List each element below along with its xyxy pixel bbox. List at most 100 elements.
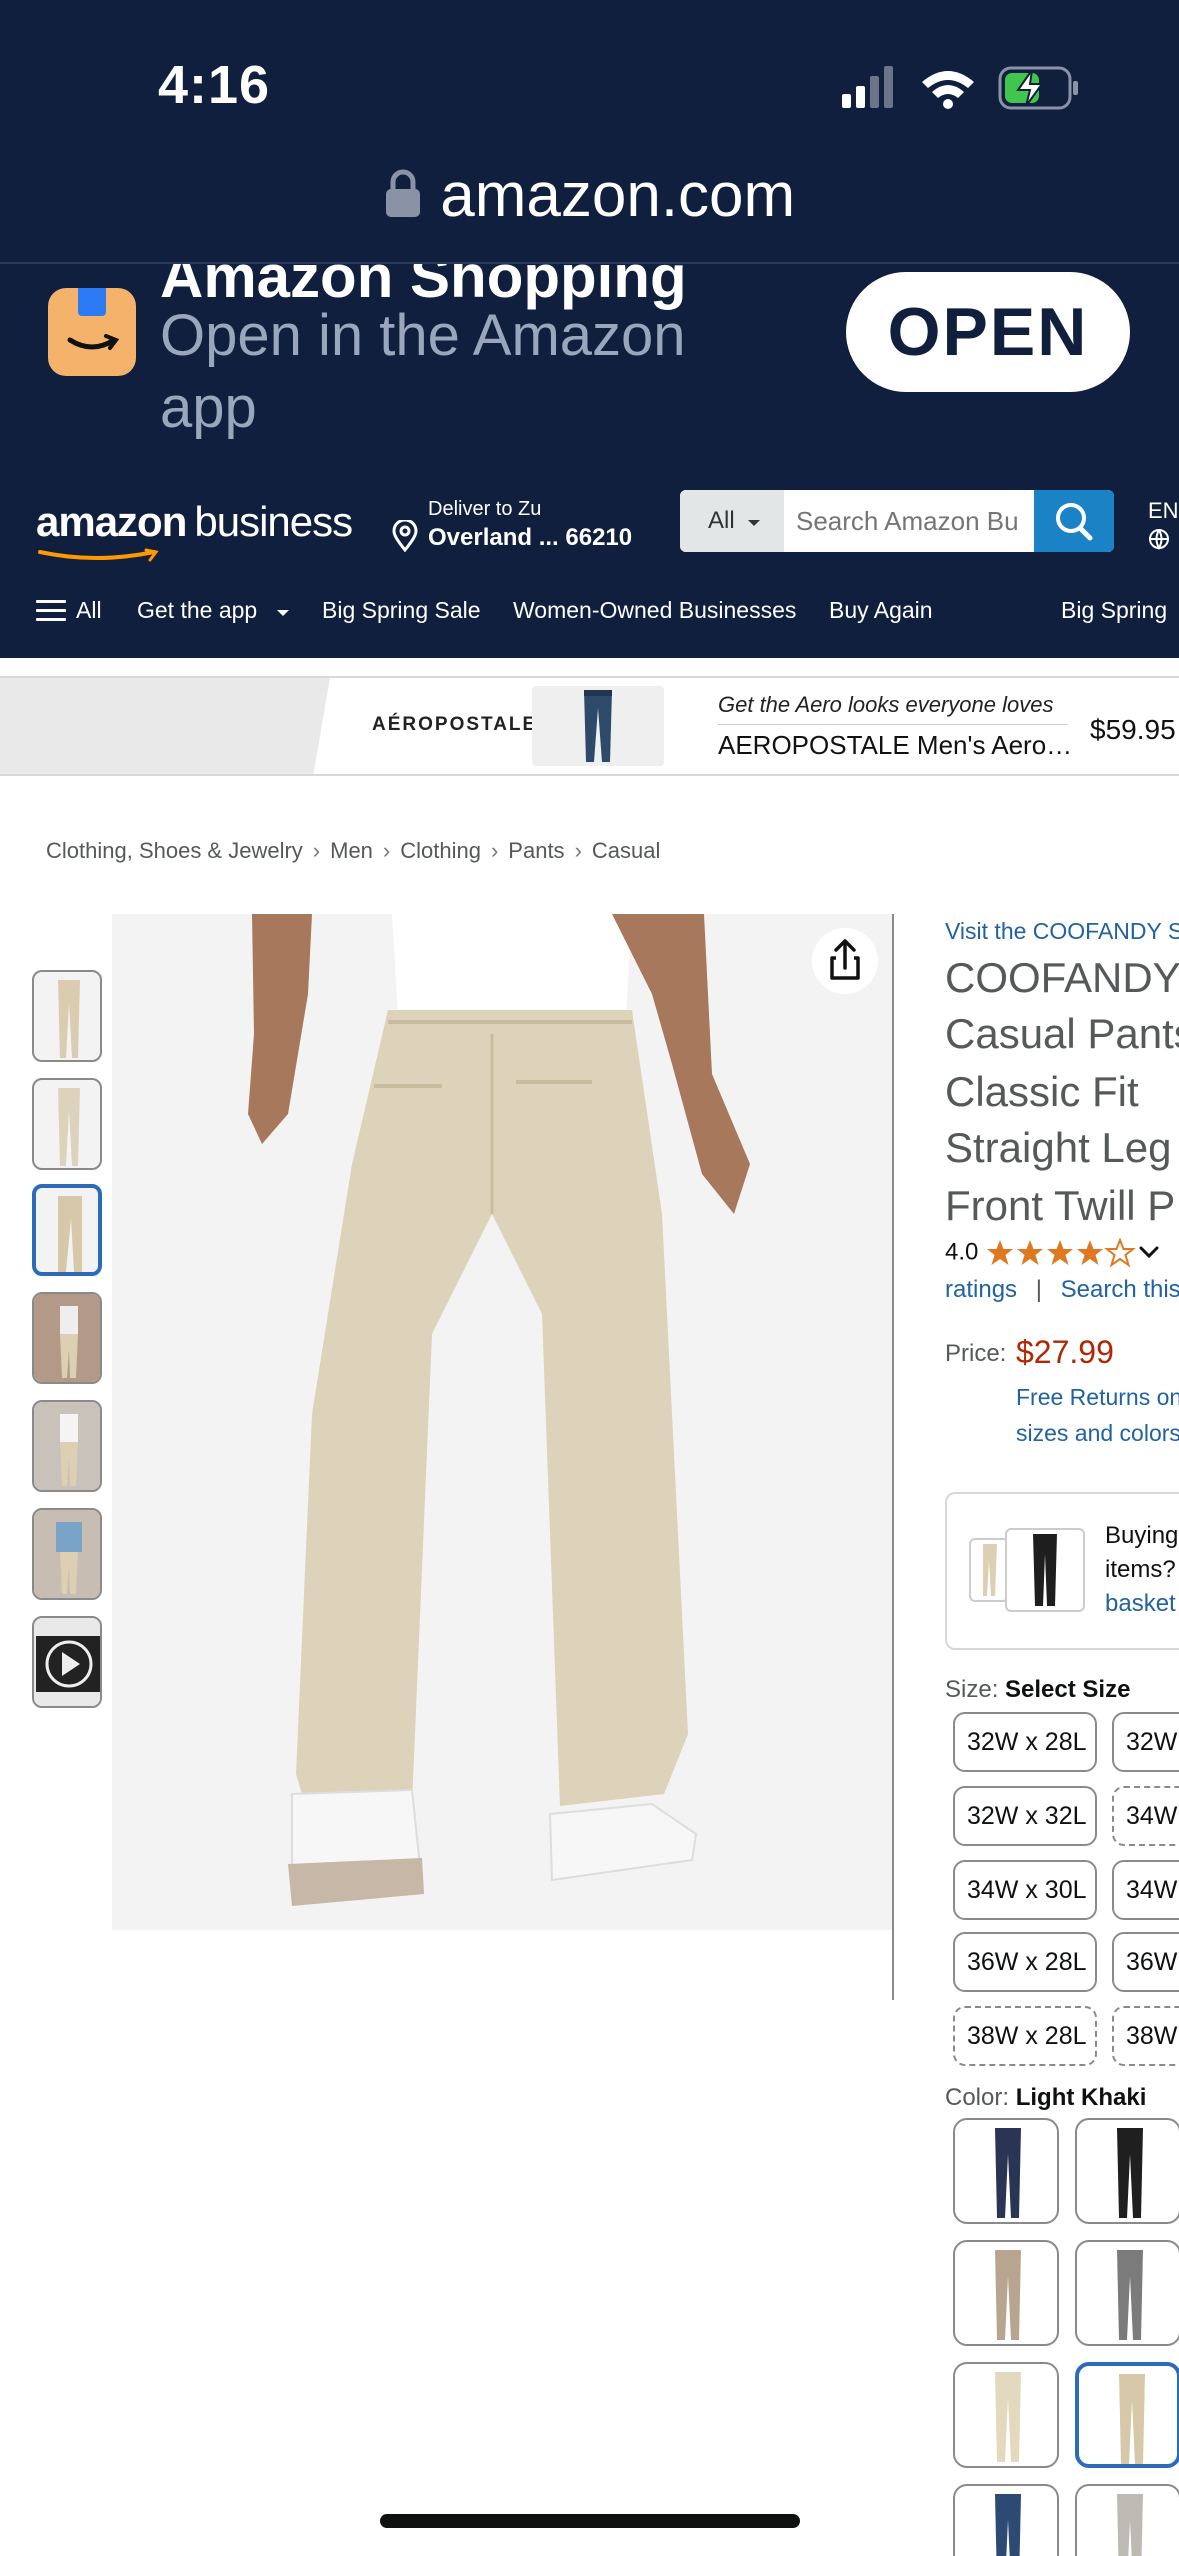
ratings-links: ratings | Search this (945, 1276, 1179, 1304)
sponsored-ad[interactable]: AÉROPOSTALE Get the Aero looks everyone … (0, 676, 1179, 776)
deliver-line1: Deliver to Zu (428, 498, 542, 520)
color-label: Color: Light Khaki (945, 2084, 1146, 2112)
free-returns-link-cont[interactable]: sizes and colors (1016, 1420, 1179, 1447)
caret-down-icon (748, 520, 761, 526)
product-title-line: Classic Fit (945, 1068, 1139, 1115)
ad-brand: AÉROPOSTALE (372, 714, 538, 735)
search-this-link[interactable]: Search this (1061, 1276, 1179, 1303)
size-option[interactable]: 32W x 28L (953, 1712, 1097, 1772)
page: 4:16 amazon.com Amazon Shopping Open in … (0, 0, 1179, 2556)
bundle-link[interactable]: basket (1105, 1590, 1176, 1618)
open-app-button[interactable]: OPEN (846, 272, 1130, 392)
size-label-text: Size: (945, 1676, 999, 1703)
divider (892, 914, 894, 2000)
size-option-unavailable[interactable]: 38W (1112, 2006, 1179, 2066)
ratings-link[interactable]: ratings (945, 1276, 1017, 1303)
nav-big-spring[interactable]: Big Spring (1061, 590, 1167, 630)
browser-chrome: 4:16 amazon.com (0, 0, 1179, 262)
breadcrumb-separator: › (382, 838, 391, 863)
rating-value: 4.0 (945, 1238, 979, 1266)
nav-big-spring-sale[interactable]: Big Spring Sale (322, 590, 481, 630)
url-text: amazon.com (440, 161, 796, 230)
size-option-unavailable[interactable]: 38W x 28L (953, 2006, 1097, 2066)
size-label: Size: Select Size (945, 1676, 1130, 1704)
product-thumbnail-selected[interactable] (32, 1184, 102, 1276)
free-returns-link[interactable]: Free Returns on (1016, 1384, 1179, 1411)
logo-main: amazon (36, 498, 187, 545)
store-link[interactable]: Visit the COOFANDY S (945, 918, 1179, 945)
color-swatch-light-khaki-selected[interactable] (1075, 2362, 1179, 2468)
share-icon (830, 939, 860, 980)
size-option-unavailable[interactable]: 34W (1112, 1786, 1179, 1846)
amazon-business-logo[interactable]: amazon business (36, 498, 353, 546)
product-thumbnail[interactable] (32, 970, 102, 1062)
nav-row: All Get the app Big Spring Sale Women-Ow… (0, 590, 1179, 650)
language-selector[interactable]: EN (1148, 498, 1179, 550)
home-indicator[interactable] (380, 2514, 800, 2528)
nav-buy-again[interactable]: Buy Again (829, 590, 933, 630)
product-title-line: Casual Pants (945, 1010, 1179, 1057)
product-thumbnail[interactable] (32, 1400, 102, 1492)
bundle-text: items? (1105, 1556, 1176, 1583)
search-button[interactable] (1034, 490, 1114, 552)
globe-icon (1149, 529, 1169, 550)
color-swatch-blue[interactable] (953, 2484, 1059, 2556)
search-category-dropdown[interactable]: All (680, 490, 784, 552)
link-separator: | (1035, 1276, 1042, 1303)
color-swatch-beige[interactable] (953, 2362, 1059, 2468)
search-bar: All (680, 490, 1114, 552)
ad-tagline: Get the Aero looks everyone loves (718, 692, 1054, 717)
app-subtitle: Open in the Amazon app (160, 303, 686, 440)
url-bar[interactable]: amazon.com (0, 160, 1179, 250)
color-swatch-black[interactable] (1075, 2118, 1179, 2224)
color-label-text: Color: (945, 2084, 1010, 2111)
breadcrumb-item[interactable]: Casual (592, 838, 660, 863)
price-value: $27.99 (1016, 1334, 1114, 1370)
nav-get-the-app[interactable]: Get the app (137, 590, 290, 630)
breadcrumb-separator: › (574, 838, 582, 863)
size-selected-value: Select Size (1005, 1676, 1131, 1703)
color-swatch-navy[interactable] (953, 2118, 1059, 2224)
color-swatch-khaki[interactable] (953, 2240, 1059, 2346)
nav-get-the-app-label: Get the app (137, 597, 258, 623)
nav-women-owned[interactable]: Women-Owned Businesses (513, 590, 796, 630)
breadcrumb-item[interactable]: Men (330, 838, 373, 863)
size-option[interactable]: 32W (1112, 1712, 1179, 1772)
ad-title: AEROPOSTALE Men's Aero… (718, 730, 1073, 760)
breadcrumb-item[interactable]: Clothing, Shoes & Jewelry (46, 838, 303, 863)
size-option[interactable]: 34W x 30L (953, 1860, 1097, 1920)
product-video-thumbnail[interactable] (32, 1616, 102, 1708)
ad-background (0, 678, 330, 774)
signal-icon (842, 66, 1078, 110)
search-input[interactable] (784, 490, 1034, 552)
breadcrumb: Clothing, Shoes & Jewelry › Men › Clothing › P… (46, 838, 660, 864)
ad-product-image (532, 686, 664, 766)
size-option[interactable]: 36W (1112, 1932, 1179, 1992)
bundle-suggestion[interactable]: Buying items? basket (945, 1492, 1179, 1650)
rating-row[interactable]: 4.0 (945, 1237, 1165, 1268)
product-main-image[interactable] (112, 914, 892, 1930)
color-swatch-grey[interactable] (1075, 2240, 1179, 2346)
breadcrumb-item[interactable]: Clothing (400, 838, 481, 863)
product-thumbnail[interactable] (32, 1292, 102, 1384)
color-swatch-light-grey[interactable] (1075, 2484, 1179, 2556)
size-option[interactable]: 34W (1112, 1860, 1179, 1920)
search-category-label: All (708, 507, 735, 534)
status-icons (842, 64, 1082, 112)
hamburger-menu-icon[interactable] (36, 598, 66, 624)
star-rating-icon (987, 1237, 1159, 1268)
bundle-item-image (1005, 1528, 1085, 1612)
caret-down-icon (276, 610, 289, 616)
breadcrumb-item[interactable]: Pants (508, 838, 564, 863)
size-option[interactable]: 36W x 28L (953, 1932, 1097, 1992)
nav-all[interactable]: All (76, 590, 102, 630)
bundle-text: Buying (1105, 1522, 1179, 1549)
product-thumbnail[interactable] (32, 1508, 102, 1600)
app-banner: Amazon Shopping Open in the Amazon app O… (0, 264, 1179, 468)
logo-sub: business (194, 498, 353, 545)
share-button[interactable] (812, 928, 878, 994)
product-thumbnail[interactable] (32, 1078, 102, 1170)
lock-icon (384, 168, 422, 223)
size-option[interactable]: 32W x 32L (953, 1786, 1097, 1846)
product-title-line: Front Twill P (945, 1182, 1176, 1229)
